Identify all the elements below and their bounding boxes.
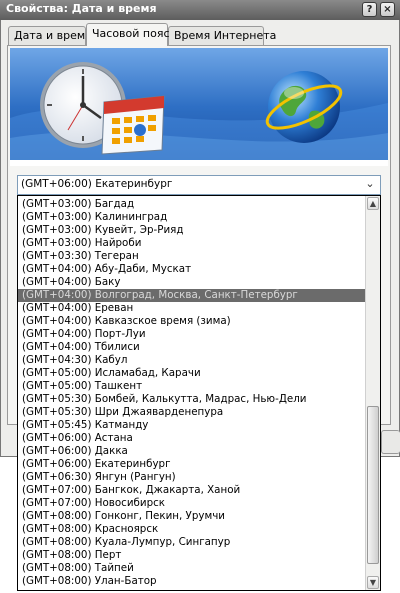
timezone-option[interactable]: (GMT+08:00) Улан-Батор xyxy=(18,575,367,588)
chevron-down-icon[interactable]: ⌄ xyxy=(363,177,377,193)
timezone-select[interactable]: (GMT+06:00) Екатеринбург ⌄ xyxy=(17,175,381,195)
timezone-selected-value: (GMT+06:00) Екатеринбург xyxy=(21,178,173,190)
timezone-option[interactable]: (GMT+03:00) Найроби xyxy=(18,237,367,250)
timezone-option[interactable]: (GMT+06:00) Дакка xyxy=(18,445,367,458)
scrollbar-thumb[interactable] xyxy=(367,406,379,564)
timezone-option[interactable]: (GMT+05:30) Бомбей, Калькутта, Мадрас, Н… xyxy=(18,393,367,406)
timezone-option[interactable]: (GMT+06:30) Янгун (Рангун) xyxy=(18,471,367,484)
timezone-option[interactable]: (GMT+03:00) Кувейт, Эр-Рияд xyxy=(18,224,367,237)
timezone-option[interactable]: (GMT+06:00) Астана xyxy=(18,432,367,445)
calendar-icon xyxy=(98,92,168,156)
timezone-option[interactable]: (GMT+07:00) Новосибирск xyxy=(18,497,367,510)
timezone-option[interactable]: (GMT+04:00) Тбилиси xyxy=(18,341,367,354)
dropdown-scrollbar[interactable]: ▲ ▼ xyxy=(365,196,380,590)
scroll-down-arrow[interactable]: ▼ xyxy=(367,576,379,589)
timezone-option[interactable]: (GMT+08:00) Перт xyxy=(18,549,367,562)
help-button[interactable]: ? xyxy=(362,2,377,17)
timezone-option[interactable]: (GMT+05:00) Ташкент xyxy=(18,380,367,393)
tab-time-zone[interactable]: Часовой пояс xyxy=(86,23,170,46)
timezone-option[interactable]: (GMT+05:45) Катманду xyxy=(18,419,367,432)
timezone-option[interactable]: (GMT+03:30) Тегеран xyxy=(18,250,367,263)
timezone-option[interactable]: (GMT+04:30) Кабул xyxy=(18,354,367,367)
timezone-option[interactable]: (GMT+08:00) Гонконг, Пекин, Урумчи xyxy=(18,510,367,523)
timezone-option[interactable]: (GMT+05:00) Исламабад, Карачи xyxy=(18,367,367,380)
timezone-option[interactable]: (GMT+07:00) Бангкок, Джакарта, Ханой xyxy=(18,484,367,497)
timezone-option[interactable]: (GMT+04:00) Порт-Луи xyxy=(18,328,367,341)
window-titlebar: Свойства: Дата и время ? × xyxy=(0,0,400,20)
timezone-option[interactable]: (GMT+03:00) Калининград xyxy=(18,211,367,224)
timezone-option[interactable]: (GMT+04:00) Кавказское время (зима) xyxy=(18,315,367,328)
hidden-dialog-button-edge xyxy=(381,430,400,454)
timezone-option[interactable]: (GMT+08:00) Тайпей xyxy=(18,562,367,575)
timezone-option[interactable]: (GMT+04:00) Баку xyxy=(18,276,367,289)
window-title: Свойства: Дата и время xyxy=(6,2,157,15)
timezone-option[interactable]: (GMT+06:00) Екатеринбург xyxy=(18,458,367,471)
close-button[interactable]: × xyxy=(380,2,395,17)
globe-icon xyxy=(262,65,346,149)
timezone-option[interactable]: (GMT+04:00) Ереван xyxy=(18,302,367,315)
timezone-option[interactable]: (GMT+05:30) Шри Джаявардeнепура xyxy=(18,406,367,419)
timezone-dropdown-list[interactable]: (GMT+03:00) Багдад (GMT+03:00) Калинингра… xyxy=(17,195,381,591)
timezone-option[interactable]: (GMT+04:00) Абу-Даби, Мускат xyxy=(18,263,367,276)
scroll-up-arrow[interactable]: ▲ xyxy=(367,197,379,210)
tab-date-time[interactable]: Дата и время xyxy=(8,26,92,45)
timezone-option[interactable]: (GMT+03:00) Багдад xyxy=(18,198,367,211)
timezone-option[interactable]: (GMT+08:00) Куала-Лумпур, Сингапур xyxy=(18,536,367,549)
timezone-option[interactable]: (GMT+08:00) Красноярск xyxy=(18,523,367,536)
tab-internet-time[interactable]: Время Интернета xyxy=(168,26,276,45)
timezone-option[interactable]: (GMT+04:00) Волгоград, Москва, Санкт-Пет… xyxy=(18,289,367,302)
